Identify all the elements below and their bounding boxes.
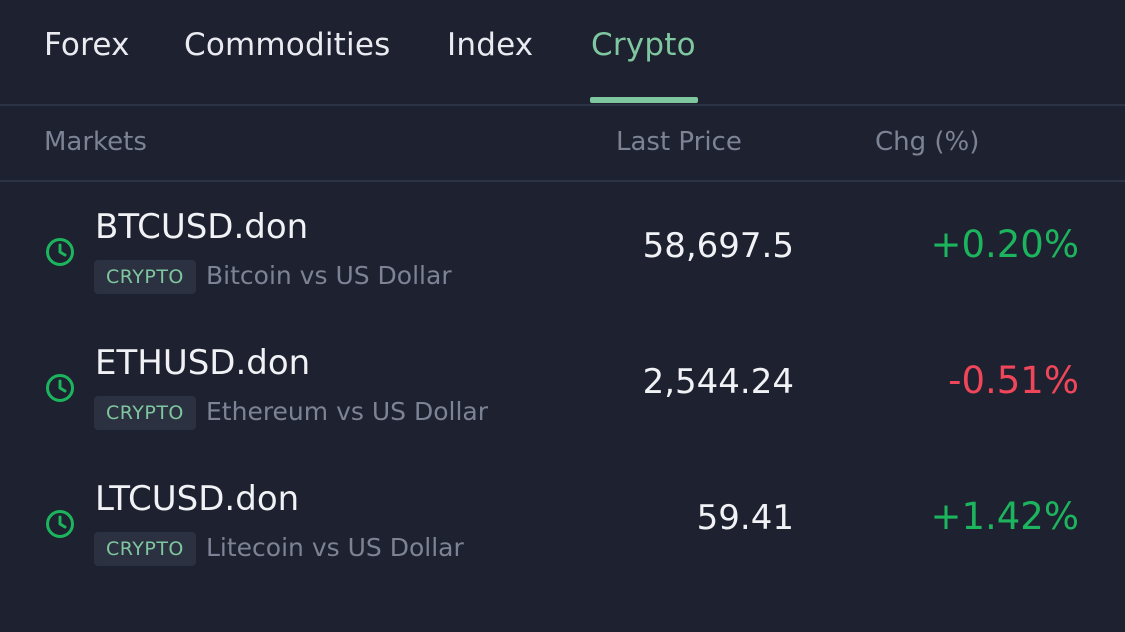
column-header-last-price[interactable]: Last Price (616, 127, 742, 157)
change-percent: +1.42% (930, 495, 1079, 538)
change-percent: +0.20% (930, 223, 1079, 266)
category-badge: CRYPTO (94, 532, 196, 566)
markets-screen: Forex Commodities Index Crypto Markets L… (0, 0, 1125, 632)
last-price: 2,544.24 (642, 362, 794, 402)
last-price: 59.41 (696, 498, 794, 538)
market-description: Ethereum vs US Dollar (206, 397, 488, 426)
change-percent: -0.51% (948, 359, 1079, 402)
category-badge: CRYPTO (94, 396, 196, 430)
clock-icon (46, 238, 74, 266)
market-tabs: Forex Commodities Index Crypto (0, 0, 1125, 106)
table-row[interactable]: BTCUSD.don CRYPTO Bitcoin vs US Dollar 5… (0, 190, 1125, 320)
tab-crypto[interactable]: Crypto (591, 27, 696, 63)
last-price: 58,697.5 (642, 226, 794, 266)
active-tab-indicator (590, 97, 698, 103)
market-symbol: ETHUSD.don (95, 343, 311, 383)
tab-commodities[interactable]: Commodities (184, 27, 390, 63)
tab-index[interactable]: Index (447, 27, 533, 63)
tab-forex[interactable]: Forex (44, 27, 130, 63)
column-header-change[interactable]: Chg (%) (875, 127, 979, 157)
table-header: Markets Last Price Chg (%) (0, 106, 1125, 182)
column-header-markets[interactable]: Markets (44, 127, 147, 157)
market-description: Bitcoin vs US Dollar (206, 261, 452, 290)
clock-icon (46, 510, 74, 538)
table-row[interactable]: ETHUSD.don CRYPTO Ethereum vs US Dollar … (0, 326, 1125, 456)
clock-icon (46, 374, 74, 402)
category-badge: CRYPTO (94, 260, 196, 294)
market-symbol: LTCUSD.don (95, 479, 300, 519)
market-symbol: BTCUSD.don (95, 207, 309, 247)
table-row[interactable]: LTCUSD.don CRYPTO Litecoin vs US Dollar … (0, 462, 1125, 592)
market-description: Litecoin vs US Dollar (206, 533, 464, 562)
